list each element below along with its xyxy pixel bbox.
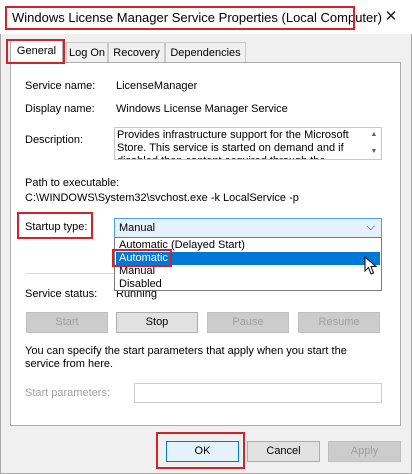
- path-label: Path to executable:: [25, 177, 120, 189]
- option-automatic[interactable]: Automatic: [116, 252, 380, 265]
- startup-type-select[interactable]: Manual ⌵: [114, 218, 382, 238]
- tab-dependencies[interactable]: Dependencies: [165, 42, 246, 62]
- ok-button[interactable]: OK: [166, 441, 239, 462]
- service-name-label: Service name:: [25, 80, 96, 92]
- service-name-value: LicenseManager: [116, 80, 198, 92]
- tab-general[interactable]: General: [10, 40, 63, 64]
- tab-log-on[interactable]: Log On: [66, 42, 108, 62]
- description-text: Provides infrastructure support for the …: [117, 129, 349, 159]
- startup-type-label: Startup type:: [25, 221, 88, 233]
- description-label: Description:: [25, 134, 84, 146]
- cancel-button[interactable]: Cancel: [247, 441, 320, 462]
- description-box[interactable]: Provides infrastructure support for the …: [114, 127, 382, 160]
- start-button[interactable]: Start: [26, 312, 108, 333]
- scroll-up-icon[interactable]: ▲: [368, 129, 380, 141]
- option-disabled[interactable]: Disabled: [116, 278, 380, 291]
- apply-button[interactable]: Apply: [328, 441, 401, 462]
- window-title: Windows License Manager Service Properti…: [12, 10, 382, 25]
- resume-button[interactable]: Resume: [298, 312, 380, 333]
- service-status-label: Service status:: [25, 288, 98, 300]
- stop-button[interactable]: Stop: [116, 312, 198, 333]
- option-manual[interactable]: Manual: [116, 265, 380, 278]
- start-params-note: You can specify the start parameters tha…: [25, 345, 347, 370]
- display-name-value: Windows License Manager Service: [116, 103, 288, 115]
- start-params-input[interactable]: [134, 383, 382, 403]
- start-params-label: Start parameters:: [25, 387, 110, 399]
- mouse-pointer-icon: [364, 256, 378, 275]
- startup-type-value: Manual: [119, 222, 156, 234]
- title-bar: Windows License Manager Service Properti…: [0, 0, 412, 34]
- display-name-label: Display name:: [25, 103, 95, 115]
- close-icon[interactable]: ✕: [380, 7, 402, 27]
- option-automatic-delayed[interactable]: Automatic (Delayed Start): [116, 239, 380, 252]
- path-value: C:\WINDOWS\System32\svchost.exe -k Local…: [25, 192, 299, 204]
- tab-recovery[interactable]: Recovery: [108, 42, 165, 62]
- scroll-down-icon[interactable]: ▼: [368, 146, 380, 158]
- startup-type-dropdown: Automatic (Delayed Start) Automatic Manu…: [114, 237, 382, 291]
- chevron-down-icon: ⌵: [366, 221, 375, 233]
- pause-button[interactable]: Pause: [207, 312, 289, 333]
